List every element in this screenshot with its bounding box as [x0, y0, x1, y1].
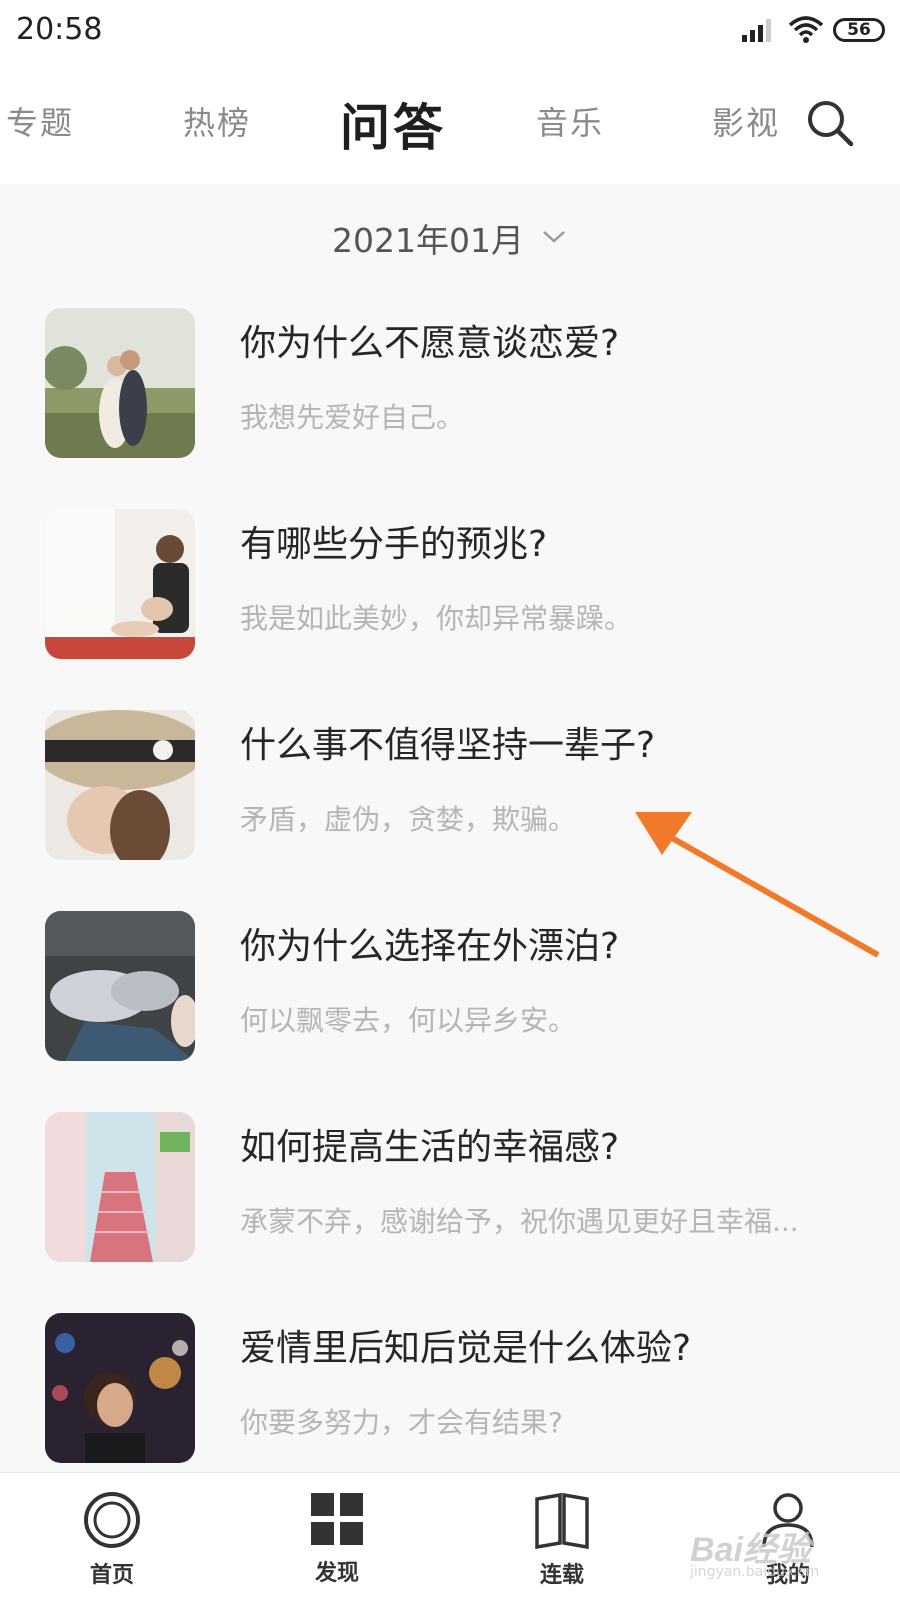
tab-zhuanti[interactable]: 专题 — [6, 98, 74, 144]
tab-rebang[interactable]: 热榜 — [183, 98, 251, 144]
qa-subtitle: 我是如此美妙，你却异常暴躁。 — [240, 602, 633, 635]
home-circle-icon — [52, 1491, 172, 1549]
signal-icon — [742, 18, 776, 46]
wifi-icon — [788, 14, 824, 48]
woman-night-lights-photo — [45, 1313, 195, 1463]
book-icon — [502, 1491, 622, 1549]
list-item[interactable]: 你为什么不愿意谈恋爱? 我想先爱好自己。 — [0, 308, 900, 458]
woman-by-window-photo — [45, 509, 195, 659]
list-item[interactable]: 如何提高生活的幸福感? 承蒙不弃，感谢给予，祝你遇见更好且幸福... — [0, 1112, 900, 1262]
qa-title: 有哪些分手的预兆? — [240, 524, 548, 565]
qa-subtitle: 承蒙不弃，感谢给予，祝你遇见更好且幸福... — [240, 1205, 799, 1238]
woman-straw-hat-photo — [45, 710, 195, 860]
month-label: 2021年01月 — [332, 221, 524, 260]
chevron-down-icon — [542, 229, 566, 249]
qa-title: 你为什么选择在外漂泊? — [240, 926, 620, 967]
month-picker[interactable]: 2021年01月 — [332, 214, 566, 262]
grid-icon — [277, 1491, 397, 1547]
nav-home-label: 首页 — [89, 1563, 134, 1588]
nav-discover[interactable]: 发现 — [277, 1491, 397, 1587]
nav-discover-label: 发现 — [314, 1561, 359, 1586]
nav-serial[interactable]: 连载 — [502, 1491, 622, 1589]
qa-subtitle: 你要多努力，才会有结果? — [240, 1406, 563, 1439]
qa-title: 如何提高生活的幸福感? — [240, 1127, 620, 1168]
list-item[interactable]: 有哪些分手的预兆? 我是如此美妙，你却异常暴躁。 — [0, 509, 900, 659]
battery-icon: 56 — [833, 18, 885, 42]
qa-title: 你为什么不愿意谈恋爱? — [240, 323, 620, 364]
search-icon[interactable] — [805, 98, 855, 152]
bed-pillows-photo — [45, 911, 195, 1061]
tab-yinyue[interactable]: 音乐 — [536, 98, 604, 144]
nav-home[interactable]: 首页 — [52, 1491, 172, 1589]
nav-serial-label: 连载 — [539, 1563, 584, 1588]
qa-title: 什么事不值得坚持一辈子? — [240, 725, 656, 766]
tab-wenda[interactable]: 问答 — [340, 88, 446, 160]
list-item[interactable]: 爱情里后知后觉是什么体验? 你要多努力，才会有结果? — [0, 1313, 900, 1463]
couple-kissing-photo — [45, 308, 195, 458]
baidu-watermark-url: jingyan.baidu.com — [690, 1564, 820, 1580]
status-time: 20:58 — [16, 12, 103, 47]
list-item[interactable]: 什么事不值得坚持一辈子? 矛盾，虚伪，贪婪，欺骗。 — [0, 710, 900, 860]
qa-title: 爱情里后知后觉是什么体验? — [240, 1328, 692, 1369]
qa-subtitle: 矛盾，虚伪，贪婪，欺骗。 — [240, 803, 577, 836]
list-item[interactable]: 你为什么选择在外漂泊? 何以飘零去，何以异乡安。 — [0, 911, 900, 1061]
tab-yingshi[interactable]: 影视 — [712, 98, 780, 144]
status-bar: 20:58 56 — [0, 0, 900, 62]
pink-stairs-photo — [45, 1112, 195, 1262]
qa-subtitle: 我想先爱好自己。 — [240, 401, 465, 434]
qa-subtitle: 何以飘零去，何以异乡安。 — [240, 1004, 577, 1037]
top-nav: 专题 热榜 问答 音乐 影视 — [0, 62, 900, 184]
